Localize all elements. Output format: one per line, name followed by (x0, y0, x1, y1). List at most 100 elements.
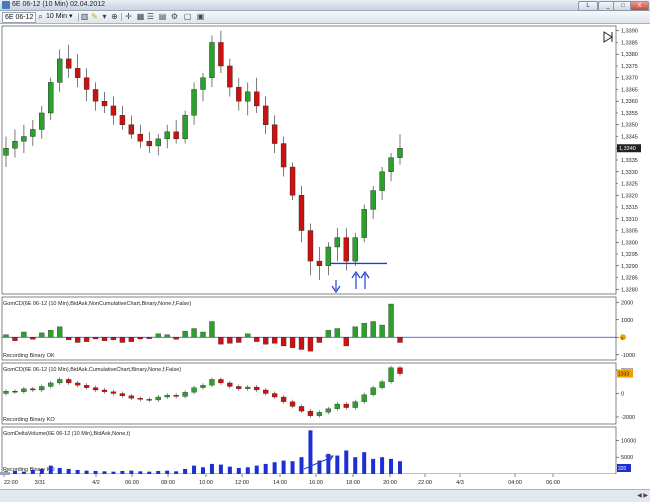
cd2-candle (245, 386, 251, 389)
cd2-candle (352, 401, 358, 408)
price-tick-label: 1,3330 (621, 170, 638, 176)
candle-body (182, 115, 188, 140)
time-tick-label: 06:00 (125, 480, 139, 486)
cd2-candle (146, 399, 152, 401)
candle-body (191, 89, 197, 116)
cd1-bar (173, 337, 179, 340)
interval-selector[interactable]: 10 Min ▾ (46, 12, 72, 21)
cd2-candle (30, 388, 36, 391)
cd1-bar (164, 334, 170, 338)
cd2-candle (370, 387, 376, 395)
candle-body (3, 148, 9, 156)
time-tick-label: 4/3 (456, 480, 464, 486)
chart-canvas[interactable]: 1,3390 1,3380 1,3370 1,3360 1,3350 1,3340 1,33… (0, 24, 650, 490)
cd2-candle (236, 386, 242, 389)
price-tick-label: 1,3385 (621, 40, 638, 46)
close-button[interactable]: X (630, 1, 649, 11)
draw-tools-icon[interactable]: ▾ (100, 12, 109, 21)
scroll-arrows-icon[interactable]: ◀ ▶ (637, 492, 648, 499)
cd1-bar (92, 337, 99, 340)
volume-bar (236, 467, 241, 474)
cd1-bar (57, 326, 63, 338)
price-tick-label: 1,3280 (621, 287, 638, 293)
candle-body (65, 58, 72, 69)
price-tick-label: 1,3375 (621, 64, 638, 70)
last-price-label: 1,3340 (619, 146, 636, 152)
candle-body (289, 166, 296, 196)
cd1-bar (146, 337, 152, 339)
cd1-tick-label: 1000 (621, 318, 633, 324)
cd1-bar (325, 330, 332, 338)
volume-bar (30, 469, 35, 474)
volume-bar (129, 470, 134, 474)
cd1-bar (21, 331, 27, 338)
tile-icon[interactable]: ▦ (136, 12, 145, 21)
cd2-candle (218, 379, 224, 384)
time-tick-label: 06:00 (546, 480, 560, 486)
cd2-candle (361, 394, 367, 402)
cd1-tick-label: 2000 (621, 300, 633, 306)
cd1-bar (110, 337, 117, 341)
cd1-bar (280, 337, 287, 347)
cd1-bar (263, 337, 269, 345)
volume-bar (353, 457, 358, 474)
status-bar: ◀ ▶ (0, 489, 650, 502)
candle-body (280, 143, 287, 168)
candle-body (110, 105, 117, 116)
candle-body (200, 77, 206, 90)
price-tick-label: 1,3320 (621, 193, 638, 199)
volume-bar (362, 452, 367, 474)
cd2-candle (110, 391, 117, 394)
candle-body (57, 58, 63, 83)
window-title: 6E 06-12 (10 Min) 02.04.2012 (12, 1, 106, 8)
candle-body (21, 136, 27, 142)
volume-bar (344, 450, 349, 474)
cd2-candle (343, 403, 349, 408)
instrument-selector[interactable]: 6E 06-12 (2, 12, 37, 23)
cd2-candle (298, 406, 305, 412)
volume-bar (192, 465, 197, 474)
time-tick-label: 4/2 (92, 480, 100, 486)
strategy-icon[interactable]: ⚙ (170, 12, 179, 21)
layout-icon[interactable]: ▣ (196, 12, 205, 21)
panel-label: GomDeltaVolume(6E 06-12 (10 Min),BidAsk,… (3, 431, 130, 437)
crosshair-icon[interactable]: ✛ (124, 12, 133, 21)
cd2-candle (271, 393, 278, 398)
price-tick-label: 1,3380 (621, 52, 638, 58)
candle-body (209, 42, 215, 78)
cd2-candle (379, 381, 385, 388)
cd1-bar (182, 330, 188, 338)
cd2-candle (280, 396, 287, 402)
volume-bar (75, 469, 80, 474)
cd1-bar (3, 334, 9, 338)
panel-label: GomCD(6E 06-12 (10 Min),BidAsk,Cumulativ… (3, 367, 181, 373)
link-button[interactable]: L (578, 1, 598, 11)
cd1-bar (397, 337, 403, 343)
cd2-candle (200, 385, 206, 388)
bar-style-icon[interactable]: ▥ (80, 12, 89, 21)
candle-body (262, 105, 269, 125)
window-icon[interactable]: ▢ (183, 12, 192, 21)
pencil-icon[interactable]: ✎ (90, 12, 99, 21)
cd2-candle (39, 386, 45, 391)
volume-bar (398, 461, 402, 474)
price-tick-label: 1,3315 (621, 205, 638, 211)
volume-bar (281, 460, 286, 474)
volume-bar (254, 465, 259, 474)
interval-label: 10 Min (46, 13, 68, 20)
time-tick-label: 20:00 (383, 480, 397, 486)
cd1-bar (119, 337, 126, 343)
zoom-icon[interactable]: ⊕ (110, 12, 119, 21)
cd1-bar (307, 337, 314, 352)
volume-bar (299, 457, 304, 474)
volume-bar (389, 458, 394, 474)
properties-icon[interactable]: ☰ (146, 12, 155, 21)
cd2-candle (83, 385, 90, 388)
candle-body (334, 237, 341, 248)
data-box-icon[interactable]: ▤ (158, 12, 167, 21)
magnifier-icon[interactable]: ⌕ (36, 12, 45, 21)
volume-bar (93, 470, 98, 474)
chart-area[interactable]: 1,3390 1,3380 1,3370 1,3360 1,3350 1,3340 1,33… (0, 24, 650, 490)
cd1-bar (128, 337, 135, 342)
candle-body (92, 89, 99, 102)
